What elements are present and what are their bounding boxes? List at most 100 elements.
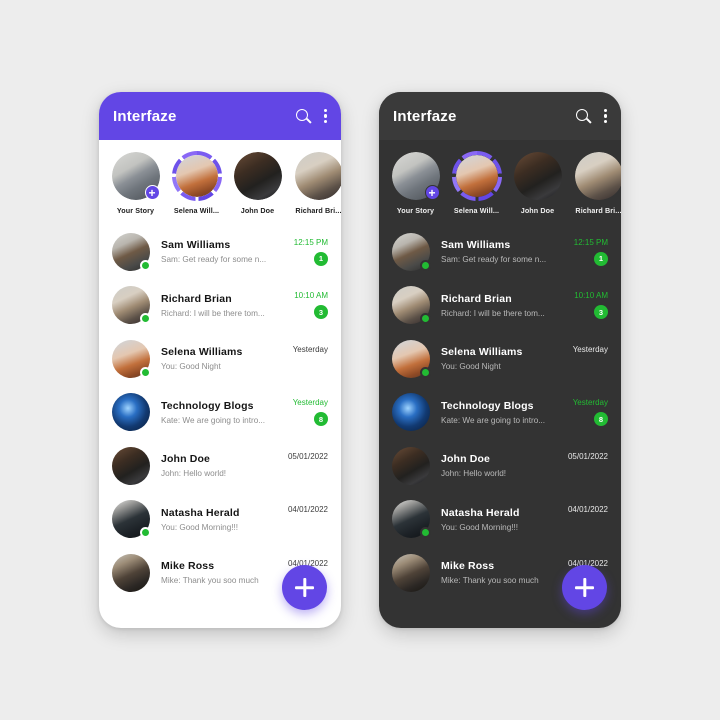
stories-strip-light: + Your Story Selena Will... John Doe Richard… bbox=[99, 140, 341, 223]
online-status-dot bbox=[140, 259, 151, 271]
chat-preview-message: You: Good Night bbox=[161, 362, 221, 372]
chat-list-item[interactable]: Selena Williams You: Good Night Yesterday bbox=[379, 332, 621, 386]
story-label: John Doe bbox=[520, 206, 555, 215]
chat-contact-name: Sam Williams bbox=[161, 239, 231, 252]
online-status-dot bbox=[420, 259, 431, 271]
chat-text-block: Richard Brian Richard: I will be there to… bbox=[441, 293, 549, 318]
story-item[interactable]: Richard Bri... bbox=[290, 151, 341, 215]
chat-text-block: Natasha Herald You: Good Morning!!! bbox=[161, 507, 269, 532]
more-vertical-icon[interactable] bbox=[323, 108, 327, 124]
chat-preview-message: John: Hello world! bbox=[441, 469, 507, 479]
add-story-plus-icon[interactable]: + bbox=[424, 185, 440, 200]
chat-list-item[interactable]: Sam Williams Sam: Get ready for some n...… bbox=[99, 225, 341, 279]
add-story-plus-icon[interactable]: + bbox=[144, 185, 160, 200]
app-bar-light: Interfaze bbox=[99, 92, 341, 140]
chat-avatar bbox=[112, 393, 150, 432]
story-avatar bbox=[574, 152, 621, 200]
story-item[interactable]: + Your Story bbox=[387, 151, 444, 215]
online-status-dot bbox=[420, 527, 431, 539]
chat-avatar-wrapper bbox=[112, 500, 151, 539]
chat-timestamp: 10:10 AM bbox=[294, 291, 328, 301]
story-label: Richard Bri... bbox=[295, 206, 341, 215]
chat-contact-name: Richard Brian bbox=[161, 292, 232, 305]
chat-list-item[interactable]: Technology Blogs Kate: We are going to in… bbox=[99, 386, 341, 440]
story-item[interactable]: John Doe bbox=[509, 151, 566, 215]
story-ring-plain bbox=[513, 151, 563, 201]
chat-text-block: John Doe John: Hello world! bbox=[161, 453, 269, 478]
chat-avatar bbox=[392, 446, 430, 485]
chat-text-block: John Doe John: Hello world! bbox=[441, 453, 549, 478]
chat-preview-message: Richard: I will be there tom... bbox=[441, 308, 545, 318]
chat-preview-message: John: Hello world! bbox=[161, 469, 227, 479]
chat-timestamp: 12:15 PM bbox=[293, 237, 328, 247]
chat-list-item[interactable]: Richard Brian Richard: I will be there to… bbox=[99, 279, 341, 333]
chat-avatar bbox=[392, 553, 430, 592]
chat-meta-block: 12:15 PM 1 bbox=[560, 238, 608, 266]
chat-text-block: Technology Blogs Kate: We are going to in… bbox=[441, 400, 549, 425]
chat-avatar-wrapper bbox=[392, 232, 431, 271]
chat-list-item[interactable]: Richard Brian Richard: I will be there to… bbox=[379, 279, 621, 333]
story-avatar-frame bbox=[233, 151, 283, 201]
chat-contact-name: Sam Williams bbox=[441, 239, 511, 252]
chat-list-item[interactable]: Sam Williams Sam: Get ready for some n...… bbox=[379, 225, 621, 279]
story-avatar bbox=[175, 155, 218, 197]
more-vertical-icon[interactable] bbox=[603, 108, 607, 124]
unread-count-badge: 1 bbox=[594, 251, 608, 266]
chat-text-block: Selena Williams You: Good Night bbox=[441, 346, 549, 371]
story-item[interactable]: + Your Story bbox=[107, 151, 164, 215]
unread-count-badge: 3 bbox=[594, 305, 608, 320]
chat-meta-block: Yesterday bbox=[280, 345, 328, 373]
story-item[interactable]: John Doe bbox=[229, 151, 286, 215]
chat-text-block: Mike Ross Mike: Thank you soo much bbox=[441, 560, 549, 585]
chat-list-item[interactable]: Selena Williams You: Good Night Yesterday bbox=[99, 332, 341, 386]
story-item[interactable]: Selena Will... bbox=[168, 151, 225, 215]
chat-meta-block: Yesterday 8 bbox=[560, 398, 608, 427]
stories-strip-dark: + Your Story Selena Will... John Doe Richard… bbox=[379, 140, 621, 223]
story-label: Your Story bbox=[116, 206, 155, 215]
chat-list-item[interactable]: John Doe John: Hello world! 05/01/2022 bbox=[379, 439, 621, 493]
chat-avatar-wrapper bbox=[112, 286, 151, 325]
chat-preview-message: You: Good Morning!!! bbox=[161, 522, 239, 532]
search-icon[interactable] bbox=[575, 108, 591, 124]
chat-avatar-wrapper bbox=[392, 393, 430, 432]
chat-contact-name: Selena Williams bbox=[441, 346, 523, 359]
story-item[interactable]: Richard Bri... bbox=[570, 151, 621, 215]
chat-avatar-wrapper bbox=[392, 286, 431, 325]
plus-icon bbox=[295, 578, 314, 597]
online-status-dot bbox=[140, 527, 151, 539]
story-avatar-frame bbox=[294, 151, 341, 201]
chat-timestamp: Yesterday bbox=[572, 344, 608, 354]
story-ring-plain bbox=[233, 151, 283, 201]
chat-timestamp: 05/01/2022 bbox=[567, 451, 608, 461]
chat-timestamp: 10:10 AM bbox=[574, 291, 608, 301]
app-title: Interfaze bbox=[113, 107, 177, 125]
search-icon[interactable] bbox=[295, 108, 311, 124]
chat-list-item[interactable]: John Doe John: Hello world! 05/01/2022 bbox=[99, 439, 341, 493]
chat-avatar-wrapper bbox=[112, 446, 150, 485]
chat-list-item[interactable]: Technology Blogs Kate: We are going to in… bbox=[379, 386, 621, 440]
story-ring-plain: + bbox=[111, 151, 161, 201]
story-ring-plain: + bbox=[391, 151, 441, 201]
chat-timestamp: 05/01/2022 bbox=[287, 451, 328, 461]
online-status-dot bbox=[420, 313, 431, 325]
chat-preview-message: Richard: I will be there tom... bbox=[161, 308, 265, 318]
story-label: Selena Will... bbox=[453, 206, 500, 215]
chat-timestamp: Yesterday bbox=[292, 398, 328, 408]
story-item[interactable]: Selena Will... bbox=[448, 151, 505, 215]
chat-meta-block: 04/01/2022 bbox=[560, 505, 608, 533]
new-chat-fab[interactable] bbox=[282, 565, 327, 610]
chat-contact-name: Technology Blogs bbox=[161, 399, 254, 412]
story-label: Your Story bbox=[396, 206, 435, 215]
chat-avatar bbox=[392, 393, 430, 432]
online-status-dot bbox=[140, 366, 151, 378]
story-ring-plain bbox=[574, 151, 621, 201]
chat-meta-block: Yesterday bbox=[560, 345, 608, 373]
story-avatar bbox=[513, 152, 562, 200]
app-title: Interfaze bbox=[393, 107, 457, 125]
story-avatar-frame bbox=[513, 151, 563, 201]
story-label: John Doe bbox=[240, 206, 275, 215]
chat-list-item[interactable]: Natasha Herald You: Good Morning!!! 04/01/… bbox=[379, 493, 621, 547]
chat-contact-name: Richard Brian bbox=[441, 292, 512, 305]
new-chat-fab[interactable] bbox=[562, 565, 607, 610]
chat-list-item[interactable]: Natasha Herald You: Good Morning!!! 04/01/… bbox=[99, 493, 341, 547]
